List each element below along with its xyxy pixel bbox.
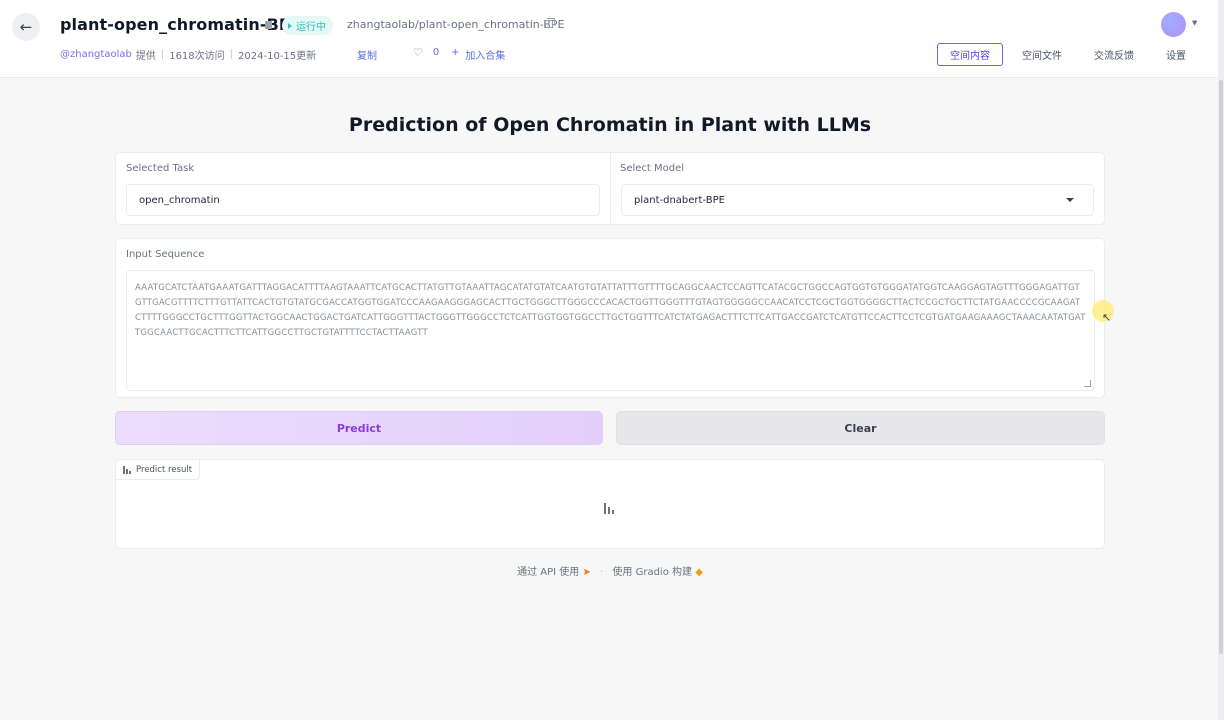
repo-path: zhangtaolab/plant-open_chromatin-BPE (347, 18, 565, 31)
back-button[interactable]: ← (12, 13, 40, 41)
bar-chart-icon (604, 503, 616, 514)
footer: 通过 API 使用 ➤ · 使用 Gradio 构建 ◆ (517, 567, 703, 578)
arrow-left-icon: ← (19, 18, 33, 36)
model-value: plant-dnabert-BPE (634, 194, 725, 206)
author-link[interactable]: @zhangtaolab (60, 49, 132, 60)
chevron-down-icon (1066, 198, 1074, 202)
chevron-down-icon[interactable]: ▼ (1192, 19, 1197, 27)
result-panel: Predict result (115, 459, 1105, 549)
like-button[interactable]: ♡ 0 (413, 46, 439, 59)
heart-icon: ♡ (413, 46, 423, 59)
copy-icon[interactable] (545, 18, 555, 28)
plus-icon: + (451, 47, 460, 58)
status-badge: 运行中 (282, 16, 333, 35)
model-label: Select Model (620, 163, 685, 174)
clear-button[interactable]: Clear (616, 411, 1105, 445)
status-text: 运行中 (296, 22, 326, 33)
scrollbar-thumb[interactable] (1219, 80, 1223, 654)
visit-count: 1618次访问 (169, 51, 225, 62)
tab-feedback[interactable]: 交流反馈 (1081, 43, 1147, 66)
space-header: ← plant-open_chromatin-BPE 运行中 zhangtaol… (0, 0, 1224, 78)
sequence-panel: Input Sequence AAATGCATCTAATGAAATGATTTAG… (115, 238, 1105, 398)
add-collection-button[interactable]: + 加入合集 (451, 47, 505, 62)
updated-date: 2024-10-15更新 (238, 51, 317, 62)
api-link[interactable]: 通过 API 使用 ➤ (517, 567, 591, 578)
empty-result (604, 499, 616, 518)
page-title: Prediction of Open Chromatin in Plant wi… (348, 114, 872, 136)
model-select[interactable]: plant-dnabert-BPE (621, 184, 1094, 216)
task-value: open_chromatin (139, 194, 220, 206)
tab-space-files[interactable]: 空间文件 (1009, 43, 1075, 66)
space-meta: @zhangtaolab 提供 | 1618次访问 | 2024-10-15更新 (60, 49, 317, 62)
tab-settings[interactable]: 设置 (1153, 43, 1199, 66)
panel-divider (610, 153, 611, 226)
duplicate-button[interactable]: 复制 (357, 47, 377, 62)
provided-text: 提供 (135, 51, 156, 62)
space-tabs: 空间内容 空间文件 交流反馈 设置 (937, 43, 1205, 66)
add-collection-label: 加入合集 (465, 51, 506, 62)
play-icon (288, 22, 292, 29)
bar-chart-icon (123, 465, 131, 474)
sequence-textarea[interactable]: AAATGCATCTAATGAAATGATTTAGGACATTTTAAGTAAA… (126, 270, 1095, 391)
mouse-cursor-icon: ↖ (1102, 311, 1112, 324)
gradio-link[interactable]: 使用 Gradio 构建 ◆ (612, 567, 702, 578)
like-count: 0 (432, 47, 440, 58)
task-input[interactable]: open_chromatin (126, 184, 600, 216)
lock-icon (265, 21, 272, 29)
rocket-icon: ➤ (582, 567, 591, 578)
predict-button[interactable]: Predict (115, 411, 603, 445)
result-label: Predict result (136, 464, 193, 475)
task-model-panel: Selected Task open_chromatin Select Mode… (115, 152, 1105, 226)
tab-space-content[interactable]: 空间内容 (937, 43, 1003, 66)
sequence-label: Input Sequence (126, 249, 205, 260)
task-label: Selected Task (126, 163, 195, 174)
sequence-text: AAATGCATCTAATGAAATGATTTAGGACATTTTAAGTAAA… (135, 283, 1086, 338)
resize-handle[interactable] (1084, 380, 1091, 387)
gradio-logo-icon: ◆ (695, 567, 703, 578)
avatar[interactable] (1161, 12, 1186, 37)
result-label-tag: Predict result (116, 460, 201, 480)
